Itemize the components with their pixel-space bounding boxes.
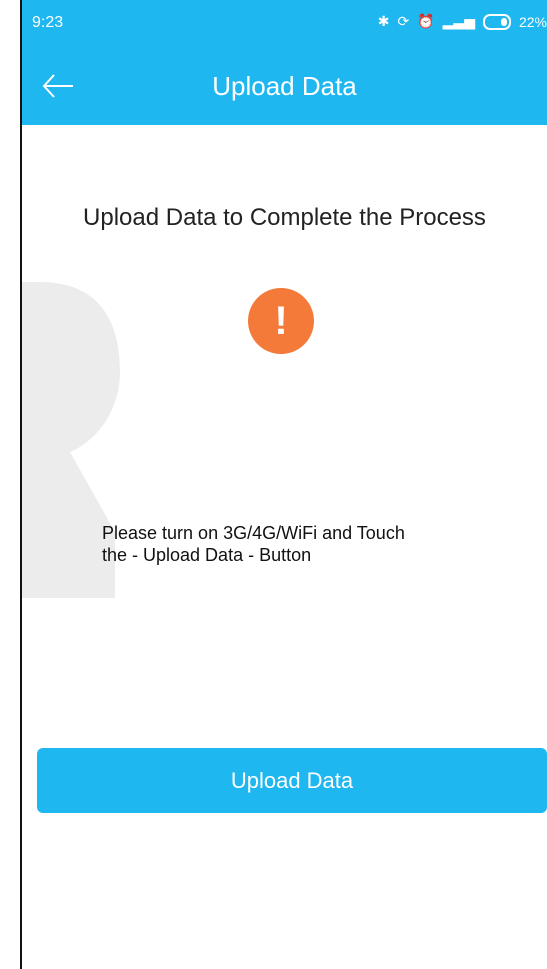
phone-screen: 9:23 ✱ ⟳ ⏰ ▂▃▅ 22% Upload Data Upload Da… — [22, 0, 547, 969]
alarm-icon: ⏰ — [417, 13, 435, 29]
vibrate-icon: ⟳ — [397, 13, 410, 29]
page-title: Upload Data — [212, 71, 357, 101]
exclamation-icon: ! — [248, 288, 314, 354]
battery-icon — [482, 13, 511, 30]
status-icons: ✱ ⟳ ⏰ ▂▃▅ 22% — [378, 13, 547, 30]
status-time: 9:23 — [32, 14, 64, 31]
instruction-text: Please turn on 3G/4G/WiFi and Touch the … — [102, 522, 462, 566]
battery-percent: 22% — [518, 13, 547, 30]
bluetooth-icon: ✱ — [377, 13, 390, 29]
upload-data-button[interactable]: Upload Data — [37, 748, 547, 813]
alert-symbol: ! — [274, 298, 288, 343]
instruction-line-1: Please turn on 3G/4G/WiFi and Touch — [102, 523, 405, 543]
instruction-line-2: the - Upload Data - Button — [102, 545, 312, 565]
signal-icon: ▂▃▅ — [442, 13, 475, 29]
process-headline: Upload Data to Complete the Process — [83, 204, 486, 231]
status-bar: 9:23 ✱ ⟳ ⏰ ▂▃▅ 22% — [22, 0, 547, 48]
app-bar: Upload Data — [22, 48, 547, 125]
left-margin — [0, 0, 20, 969]
